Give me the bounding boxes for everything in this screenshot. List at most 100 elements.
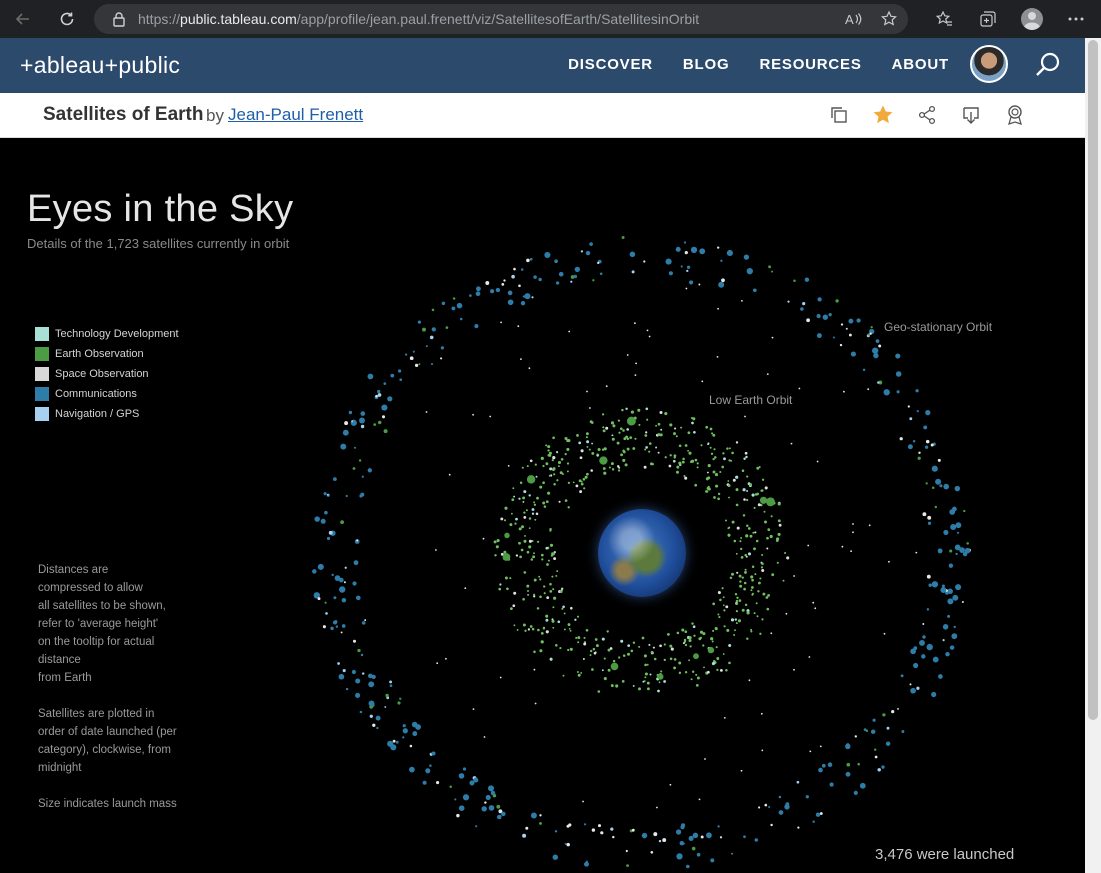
satellite-dot[interactable] <box>515 554 519 557</box>
satellite-dot[interactable] <box>533 552 535 555</box>
satellite-dot[interactable] <box>949 549 953 553</box>
satellite-dot[interactable] <box>607 648 611 652</box>
satellite-dot[interactable] <box>340 443 347 450</box>
satellite-dot[interactable] <box>574 618 577 621</box>
satellite-dot[interactable] <box>551 619 555 623</box>
satellite-dot[interactable] <box>760 489 763 492</box>
satellite-dot[interactable] <box>583 636 586 639</box>
satellite-dot[interactable] <box>612 424 616 428</box>
satellite-dot[interactable] <box>741 300 743 302</box>
satellite-dot[interactable] <box>616 465 620 468</box>
satellite-dot[interactable] <box>766 607 770 611</box>
satellite-dot[interactable] <box>718 616 721 619</box>
satellite-dot[interactable] <box>542 501 546 505</box>
url-text[interactable]: https://public.tableau.com/app/profile/j… <box>138 11 699 27</box>
satellite-dot[interactable] <box>548 454 552 457</box>
satellite-dot[interactable] <box>719 598 722 602</box>
satellite-dot[interactable] <box>797 826 800 829</box>
satellite-dot[interactable] <box>545 462 549 466</box>
satellite-dot[interactable] <box>650 650 654 654</box>
satellite-dot[interactable] <box>736 596 739 600</box>
satellite-dot[interactable] <box>951 633 958 640</box>
satellite-dot[interactable] <box>325 612 328 615</box>
satellite-dot[interactable] <box>841 545 844 548</box>
satellite-dot[interactable] <box>539 649 543 653</box>
satellite-dot[interactable] <box>586 440 590 444</box>
satellite-dot[interactable] <box>743 581 747 585</box>
satellite-dot[interactable] <box>525 509 528 512</box>
satellite-dot[interactable] <box>624 463 628 467</box>
satellite-dot[interactable] <box>559 647 562 650</box>
satellite-dot[interactable] <box>723 457 726 461</box>
nav-about[interactable]: ABOUT <box>892 56 949 73</box>
satellite-dot[interactable] <box>627 644 631 647</box>
satellite-dot[interactable] <box>493 540 497 544</box>
satellite-dot[interactable] <box>730 618 735 622</box>
satellite-dot[interactable] <box>576 615 580 618</box>
satellite-dot[interactable] <box>678 661 682 665</box>
satellite-dot[interactable] <box>330 626 334 631</box>
satellite-dot[interactable] <box>693 430 696 434</box>
satellite-dot[interactable] <box>523 490 527 494</box>
satellite-dot[interactable] <box>744 568 747 571</box>
satellite-dot[interactable] <box>655 446 658 449</box>
satellite-dot[interactable] <box>445 657 447 660</box>
satellite-dot[interactable] <box>650 850 654 854</box>
satellite-dot[interactable] <box>574 266 580 273</box>
satellite-dot[interactable] <box>953 625 956 629</box>
satellite-dot[interactable] <box>564 842 567 845</box>
satellite-dot[interactable] <box>711 640 714 643</box>
satellite-dot[interactable] <box>754 531 757 534</box>
satellite-dot[interactable] <box>553 557 557 561</box>
satellite-dot[interactable] <box>669 657 673 661</box>
satellite-dot[interactable] <box>372 723 376 727</box>
satellite-dot[interactable] <box>717 307 719 310</box>
satellite-dot[interactable] <box>527 628 531 631</box>
satellite-dot[interactable] <box>775 539 779 542</box>
satellite-dot[interactable] <box>658 681 661 684</box>
satellite-dot[interactable] <box>664 412 668 416</box>
satellite-dot[interactable] <box>645 431 648 434</box>
satellite-dot[interactable] <box>740 537 743 539</box>
satellite-dot[interactable] <box>569 647 573 651</box>
satellite-dot[interactable] <box>499 676 502 679</box>
satellite-dot[interactable] <box>536 496 539 500</box>
satellite-dot[interactable] <box>549 582 552 586</box>
satellite-dot[interactable] <box>404 353 408 356</box>
satellite-dot[interactable] <box>696 466 699 469</box>
satellite-dot[interactable] <box>317 597 321 601</box>
satellite-dot[interactable] <box>665 258 672 265</box>
satellite-dot[interactable] <box>691 421 694 425</box>
satellite-dot[interactable] <box>495 545 499 549</box>
satellite-dot[interactable] <box>768 805 771 809</box>
satellite-dot[interactable] <box>351 420 354 423</box>
satellite-dot[interactable] <box>326 493 329 496</box>
satellite-dot[interactable] <box>746 475 749 478</box>
satellite-dot[interactable] <box>638 687 641 691</box>
satellite-dot[interactable] <box>931 465 938 472</box>
satellite-dot[interactable] <box>534 702 537 705</box>
satellite-dot[interactable] <box>707 443 710 446</box>
satellite-dot[interactable] <box>873 352 879 359</box>
satellite-dot[interactable] <box>603 677 607 681</box>
satellite-dot[interactable] <box>761 749 764 752</box>
satellite-dot[interactable] <box>588 448 591 451</box>
satellite-dot[interactable] <box>597 261 600 264</box>
satellite-dot[interactable] <box>381 404 388 411</box>
satellite-dot[interactable] <box>414 363 419 368</box>
satellite-dot[interactable] <box>562 674 565 677</box>
satellite-dot[interactable] <box>360 411 366 416</box>
satellite-dot[interactable] <box>782 579 785 582</box>
satellite-dot[interactable] <box>963 509 966 513</box>
satellite-dot[interactable] <box>591 421 594 424</box>
satellite-dot[interactable] <box>891 710 895 714</box>
satellite-dot[interactable] <box>589 407 591 409</box>
satellite-dot[interactable] <box>475 286 481 292</box>
satellite-dot[interactable] <box>610 684 614 688</box>
satellite-dot[interactable] <box>698 637 702 641</box>
satellite-dot[interactable] <box>383 429 388 434</box>
satellite-dot[interactable] <box>511 274 515 279</box>
satellite-dot[interactable] <box>430 363 434 366</box>
satellite-dot[interactable] <box>563 612 566 615</box>
satellite-dot[interactable] <box>402 736 405 739</box>
